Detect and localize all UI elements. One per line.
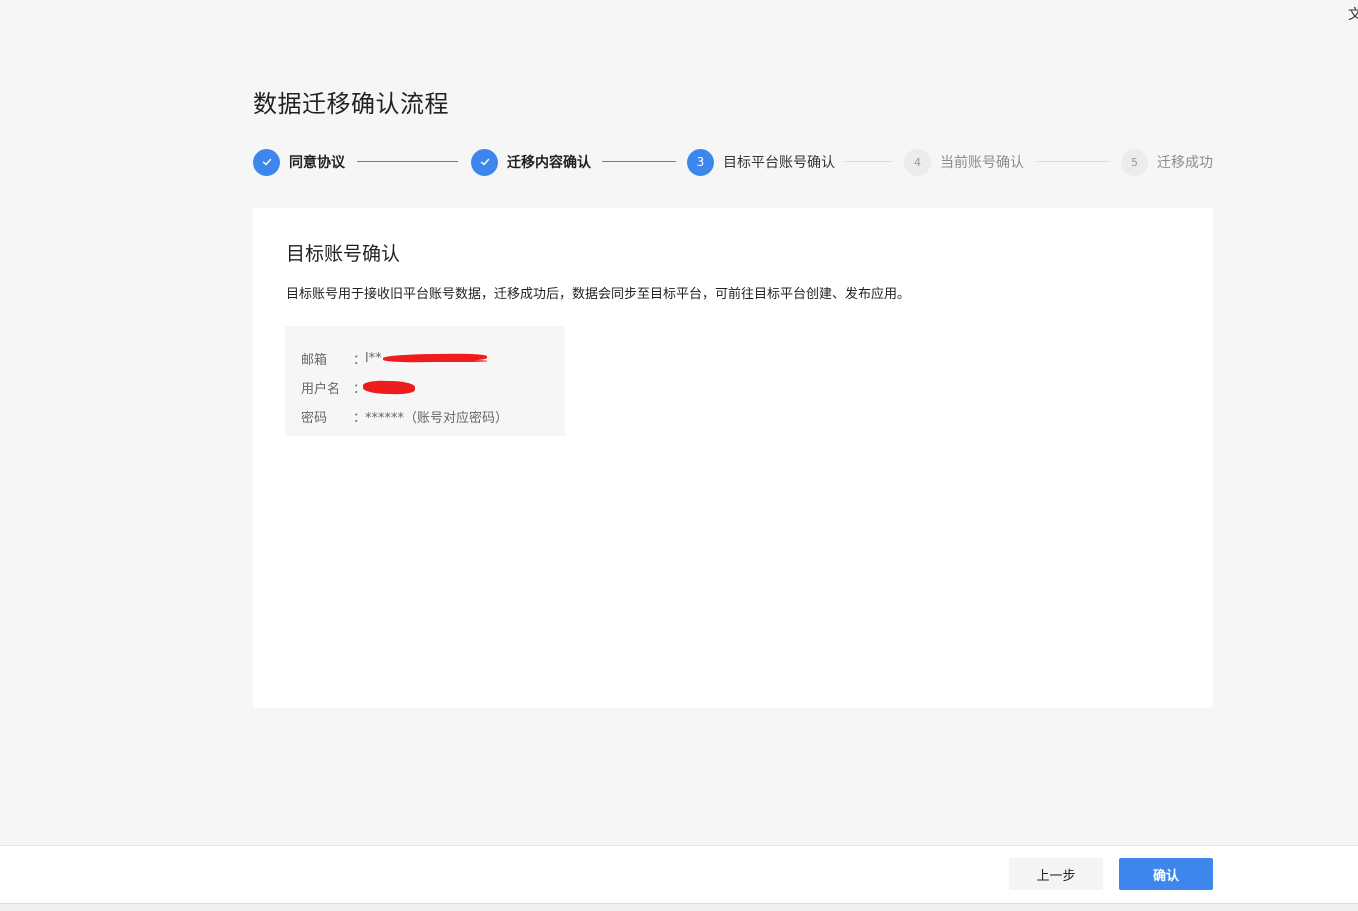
step-number: 3 [687, 148, 714, 176]
redaction-mark [362, 379, 416, 395]
footer-bar: 上一步 确认 [0, 845, 1358, 903]
step-label: 迁移内容确认 [507, 155, 591, 171]
step-current-account: 4 当前账号确认 [904, 148, 1024, 176]
password-row: 密码 ： ******（账号对应密码） [301, 402, 549, 431]
email-row: 邮箱 ： l** [301, 344, 549, 373]
colon: ： [353, 411, 367, 426]
progress-steps: 同意协议 迁移内容确认 3 目标平台账号确认 4 当前账号确认 5 迁移成功 [253, 148, 1213, 176]
card-description: 目标账号用于接收旧平台账号数据，迁移成功后，数据会同步至目标平台，可前往目标平台… [286, 287, 911, 302]
step-connector [357, 161, 458, 162]
username-row: 用户名 ： [301, 373, 549, 402]
step-label: 同意协议 [289, 155, 345, 171]
password-label: 密码 [301, 411, 328, 426]
previous-step-button[interactable]: 上一步 [1009, 858, 1103, 890]
step-target-account: 3 目标平台账号确认 [687, 148, 835, 176]
step-migration-success: 5 迁移成功 [1121, 148, 1213, 176]
step-connector [845, 161, 892, 162]
target-account-card: 目标账号确认 目标账号用于接收旧平台账号数据，迁移成功后，数据会同步至目标平台，… [253, 208, 1213, 708]
step-label: 当前账号确认 [940, 155, 1024, 171]
email-value: l** [365, 351, 488, 366]
page-title: 数据迁移确认流程 [253, 90, 449, 118]
username-label: 用户名 [301, 382, 341, 397]
step-label: 迁移成功 [1157, 155, 1213, 171]
check-icon [253, 148, 280, 176]
step-number: 4 [904, 148, 931, 176]
step-connector [602, 161, 676, 162]
card-title: 目标账号确认 [286, 243, 401, 265]
language-icon[interactable]: 文 [1348, 4, 1358, 24]
confirm-button[interactable]: 确认 [1119, 858, 1213, 890]
colon: ： [353, 353, 367, 368]
window-bottom-edge [0, 903, 1358, 911]
step-migration-content: 迁移内容确认 [471, 148, 591, 176]
redaction-mark [425, 360, 487, 362]
account-info-box: 邮箱 ： l** 用户名 ： 密码 ： ******（账号对应密码） [285, 326, 565, 436]
step-connector [1037, 161, 1109, 162]
check-icon [471, 148, 498, 176]
step-number: 5 [1121, 148, 1148, 176]
email-label: 邮箱 [301, 353, 328, 368]
step-label: 目标平台账号确认 [723, 155, 835, 171]
password-value: ******（账号对应密码） [365, 411, 509, 426]
step-agree-protocol: 同意协议 [253, 148, 345, 176]
